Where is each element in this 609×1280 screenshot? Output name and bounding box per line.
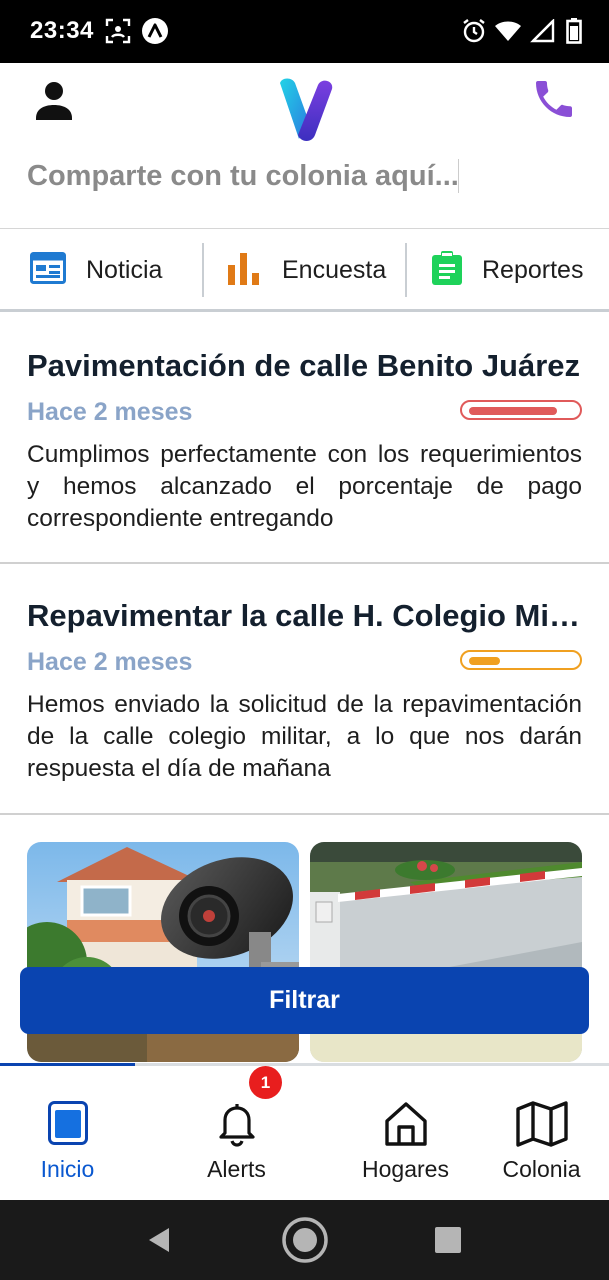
home-icon[interactable] xyxy=(281,1216,329,1264)
signal-icon xyxy=(528,16,556,46)
encuesta-button[interactable]: Encuesta xyxy=(226,229,386,311)
news-time: Hace 2 meses xyxy=(27,648,193,676)
noticia-label: Noticia xyxy=(86,255,163,284)
nav-colonia[interactable]: Colonia xyxy=(474,1066,609,1200)
news-card[interactable]: Repavimentar la calle H. Colegio Militar… xyxy=(0,564,609,815)
news-icon xyxy=(30,251,66,289)
post-type-bar: Noticia Encuesta Reportes xyxy=(0,228,609,312)
nav-hogares[interactable]: Hogares xyxy=(338,1066,473,1200)
nav-alerts[interactable]: Alerts xyxy=(169,1066,304,1200)
nav-label: Inicio xyxy=(40,1156,95,1182)
nav-label: Alerts xyxy=(207,1156,266,1182)
progress-fill xyxy=(469,657,500,665)
alarm-icon xyxy=(460,16,488,46)
recents-icon[interactable] xyxy=(434,1226,462,1254)
face-scan-icon xyxy=(104,16,132,46)
nav-inicio[interactable]: Inicio xyxy=(0,1066,135,1200)
alerts-badge: 1 xyxy=(249,1066,282,1099)
reportes-label: Reportes xyxy=(482,255,584,284)
battery-icon xyxy=(560,16,588,46)
app-logo xyxy=(276,73,334,145)
clipboard-icon xyxy=(432,250,462,290)
divider xyxy=(405,243,407,297)
news-description-text: Hemos enviado la solicitud de la repavim… xyxy=(27,691,582,782)
news-title: Repavimentar la calle H. Colegio Militar xyxy=(27,598,585,633)
reportes-button[interactable]: Reportes xyxy=(432,229,583,311)
app-notification-icon xyxy=(141,16,169,46)
share-input[interactable] xyxy=(27,155,467,197)
news-time: Hace 2 meses xyxy=(27,398,193,426)
bar-chart-icon xyxy=(226,251,262,290)
bell-icon xyxy=(215,1101,259,1152)
news-description: Cumplimos perfectamente con los requerim… xyxy=(27,439,582,535)
system-nav-bar xyxy=(0,1200,609,1280)
nav-label: Hogares xyxy=(362,1156,449,1182)
phone-icon[interactable] xyxy=(530,75,578,123)
progress-bar xyxy=(460,650,582,670)
filter-button[interactable]: Filtrar xyxy=(20,967,589,1034)
wifi-icon xyxy=(494,16,522,46)
status-time: 23:34 xyxy=(30,17,94,44)
noticia-button[interactable]: Noticia xyxy=(30,229,162,311)
news-card[interactable]: Pavimentación de calle Benito Juárez Hac… xyxy=(0,314,609,564)
header xyxy=(0,63,609,228)
divider xyxy=(202,243,204,297)
back-icon[interactable] xyxy=(145,1226,173,1254)
progress-fill xyxy=(469,407,557,415)
progress-bar xyxy=(460,400,582,420)
map-icon xyxy=(515,1101,568,1152)
bottom-nav: Inicio Alerts Hogares Colonia xyxy=(0,1063,609,1200)
nav-label: Colonia xyxy=(502,1156,581,1182)
news-title: Pavimentación de calle Benito Juárez xyxy=(27,348,581,383)
input-divider xyxy=(458,159,459,193)
encuesta-label: Encuesta xyxy=(282,255,387,284)
profile-icon[interactable] xyxy=(30,76,78,124)
news-description: Hemos enviado la solicitud de la repavim… xyxy=(27,689,582,785)
news-description-text: Cumplimos perfectamente con los requerim… xyxy=(27,441,582,532)
status-bar: 23:34 xyxy=(0,0,609,63)
home-card-icon xyxy=(47,1101,88,1150)
house-icon xyxy=(384,1101,428,1152)
